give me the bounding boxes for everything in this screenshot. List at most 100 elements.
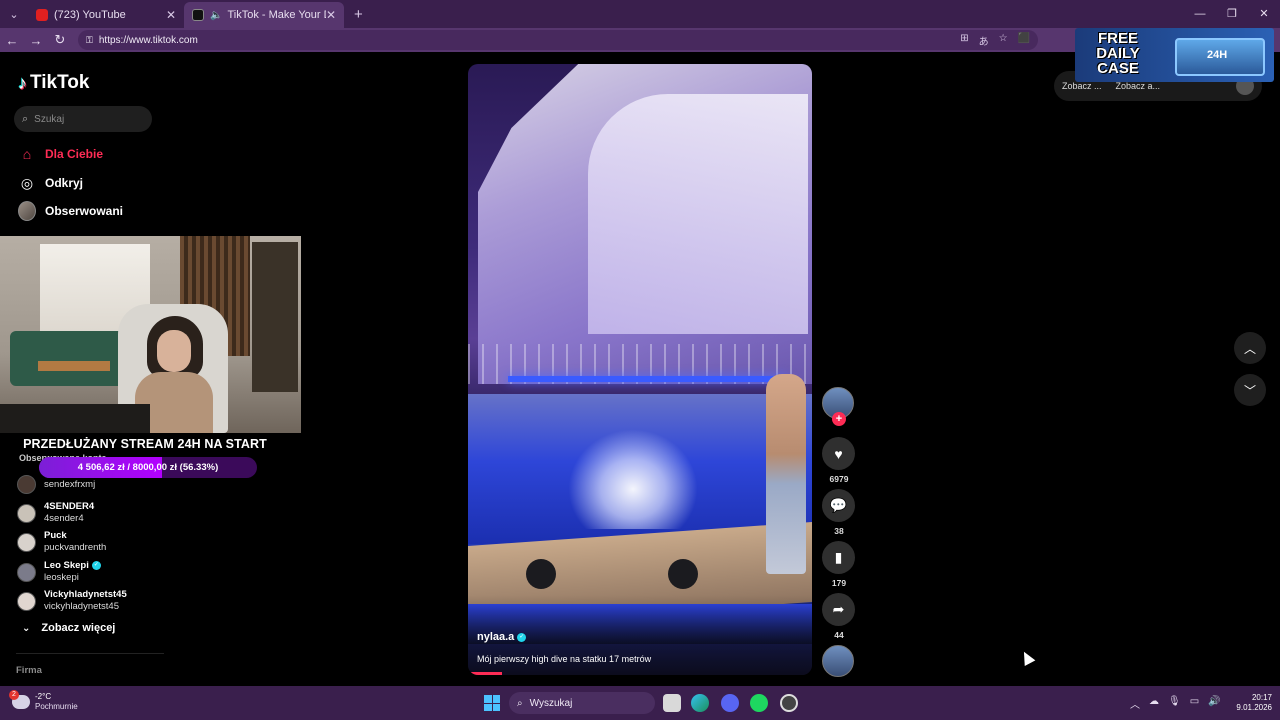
verified-icon: ✓ bbox=[91, 560, 101, 570]
footer-company-label[interactable]: Firma bbox=[16, 665, 42, 676]
file-explorer-icon[interactable] bbox=[663, 694, 681, 712]
tab-actions-menu-icon[interactable]: ⌄ bbox=[0, 0, 28, 28]
heart-icon: ♥ bbox=[834, 445, 843, 462]
volume-icon[interactable]: 🔊 bbox=[1208, 696, 1220, 711]
video-person bbox=[766, 374, 806, 574]
extension-icon[interactable]: ⬛ bbox=[1018, 33, 1030, 48]
forward-icon[interactable]: → bbox=[24, 33, 48, 48]
weather-temp: -2°C bbox=[35, 692, 52, 701]
webcam-couch bbox=[10, 331, 130, 386]
avatar bbox=[18, 201, 36, 221]
chevron-down-icon: ⌄ bbox=[22, 622, 31, 634]
speaker-icon[interactable]: 🔈 bbox=[210, 10, 222, 21]
close-tab-icon[interactable]: ✕ bbox=[166, 8, 176, 22]
sound-avatar[interactable] bbox=[822, 645, 854, 677]
close-tab-icon[interactable]: ✕ bbox=[326, 8, 336, 22]
chevron-up-icon: ︿ bbox=[1243, 341, 1256, 356]
chevron-up-icon[interactable]: ︿ bbox=[1130, 696, 1140, 711]
minimize-icon[interactable]: — bbox=[1184, 0, 1216, 28]
share-button[interactable]: ➦ bbox=[822, 593, 855, 626]
weather-widget[interactable]: 2 -2°C Pochmurnie bbox=[9, 690, 78, 712]
taskbar-clock[interactable]: 20:17 9.01.2026 bbox=[1232, 693, 1272, 713]
account-name: 4SENDER4 bbox=[44, 501, 95, 512]
following-account[interactable]: 4SENDER4 4sender4 bbox=[17, 501, 94, 525]
video-splash bbox=[568, 429, 698, 529]
see-more-button[interactable]: ⌄ Zobacz więcej bbox=[22, 622, 115, 634]
tiktok-logo[interactable]: ♪ TikTok bbox=[18, 72, 89, 94]
like-button[interactable]: ♥ bbox=[822, 437, 855, 470]
nav-label: Dla Ciebie bbox=[45, 147, 104, 161]
search-box[interactable]: ⌕ bbox=[14, 106, 152, 132]
taskbar-search[interactable]: ⌕ Wyszukaj bbox=[509, 692, 655, 714]
webcam-overlay bbox=[0, 236, 301, 433]
new-tab-button[interactable]: + bbox=[354, 6, 363, 23]
tab-tiktok[interactable]: 🔈 TikTok - Make Your Day ✕ bbox=[184, 2, 344, 28]
webcam-door bbox=[252, 242, 298, 392]
avatar bbox=[17, 591, 36, 611]
start-button-icon[interactable] bbox=[484, 695, 500, 711]
save-count: 179 bbox=[831, 578, 847, 588]
windows-taskbar: 2 -2°C Pochmurnie ⌕ Wyszukaj ︿ ☁ 🎙 ▭ 🔊 2… bbox=[0, 686, 1280, 720]
divider bbox=[16, 653, 164, 654]
tiktok-note-icon: ♪ bbox=[18, 72, 27, 93]
spotify-icon[interactable] bbox=[750, 694, 768, 712]
nav-following[interactable]: Obserwowani bbox=[18, 201, 123, 221]
following-account[interactable]: Leo Skepi ✓ leoskepi bbox=[17, 560, 101, 584]
top-right-item[interactable]: Zobacz a... bbox=[1116, 81, 1161, 91]
account-text: 4SENDER4 4sender4 bbox=[44, 501, 94, 525]
follow-plus-icon[interactable]: + bbox=[832, 412, 846, 426]
translate-icon[interactable]: あ bbox=[979, 33, 989, 48]
address-bar[interactable]: ⚿ https://www.tiktok.com ⊞ あ ☆ ⬛ bbox=[78, 30, 1038, 50]
top-right-item[interactable]: Zobacz ... bbox=[1062, 81, 1102, 91]
tab-title: (723) YouTube bbox=[54, 9, 126, 21]
avatar bbox=[17, 532, 36, 552]
account-handle: 4sender4 bbox=[44, 513, 84, 524]
nav-explore[interactable]: ◎ Odkryj bbox=[18, 174, 83, 192]
following-account[interactable]: Vickyhladynetst45 vickyhladynetst45 bbox=[17, 589, 127, 613]
nav-for-you[interactable]: ⌂ Dla Ciebie bbox=[18, 145, 103, 163]
video-stage-light bbox=[668, 559, 698, 589]
video-actions: + ♥ 6979 💬 38 ▮ 179 ➦ 44 bbox=[821, 387, 857, 677]
discord-icon[interactable] bbox=[721, 694, 739, 712]
search-input[interactable] bbox=[34, 113, 135, 125]
steam-icon[interactable] bbox=[780, 694, 798, 712]
weather-condition: Pochmurnie bbox=[35, 702, 78, 711]
following-account[interactable]: sendexfrxmj bbox=[17, 475, 95, 494]
following-account[interactable]: Puck puckvandrenth bbox=[17, 530, 106, 554]
tiktok-icon bbox=[192, 9, 204, 21]
weather-text: -2°C Pochmurnie bbox=[35, 692, 78, 712]
edge-browser-icon[interactable] bbox=[691, 694, 709, 712]
display-icon[interactable]: ▭ bbox=[1190, 696, 1199, 711]
mouse-cursor-icon bbox=[1018, 648, 1036, 667]
microphone-icon[interactable]: 🎙 bbox=[1168, 696, 1181, 711]
comment-button[interactable]: 💬 bbox=[822, 489, 855, 522]
creator-avatar[interactable]: + bbox=[822, 387, 854, 426]
nav-label: Odkryj bbox=[45, 176, 84, 190]
app-available-icon[interactable]: ⊞ bbox=[960, 33, 968, 48]
clock-time: 20:17 bbox=[1251, 693, 1272, 702]
next-video-button[interactable]: ﹀ bbox=[1234, 374, 1266, 406]
back-icon[interactable]: ← bbox=[0, 33, 24, 48]
video-progress-bar[interactable] bbox=[468, 672, 503, 675]
avatar bbox=[17, 562, 36, 582]
video-player[interactable]: nylaa.a ✓ Mój pierwszy high dive na statk… bbox=[468, 64, 812, 675]
window-controls: — ❐ ✕ bbox=[1184, 0, 1280, 28]
url-text: https://www.tiktok.com bbox=[98, 34, 198, 46]
account-handle: leoskepi bbox=[44, 572, 79, 583]
video-author[interactable]: nylaa.a ✓ bbox=[477, 631, 527, 643]
youtube-icon bbox=[36, 9, 48, 21]
chevron-down-icon: ﹀ bbox=[1243, 383, 1256, 398]
close-window-icon[interactable]: ✕ bbox=[1248, 0, 1280, 28]
promo-case-image: 24H bbox=[1175, 38, 1265, 76]
onedrive-cloud-icon[interactable]: ☁ bbox=[1149, 696, 1159, 711]
restore-icon[interactable]: ❐ bbox=[1216, 0, 1248, 28]
favorite-star-icon[interactable]: ☆ bbox=[999, 33, 1008, 48]
save-button[interactable]: ▮ bbox=[822, 541, 855, 574]
previous-video-button[interactable]: ︿ bbox=[1234, 332, 1266, 364]
cloud-icon: 2 bbox=[9, 690, 30, 709]
address-bar-tools: ⊞ あ ☆ ⬛ bbox=[960, 33, 1038, 48]
reload-icon[interactable]: ↻ bbox=[48, 32, 72, 48]
home-icon: ⌂ bbox=[22, 146, 32, 162]
tab-youtube[interactable]: (723) YouTube ✕ bbox=[28, 2, 184, 28]
site-info-icon[interactable]: ⚿ bbox=[86, 35, 93, 46]
